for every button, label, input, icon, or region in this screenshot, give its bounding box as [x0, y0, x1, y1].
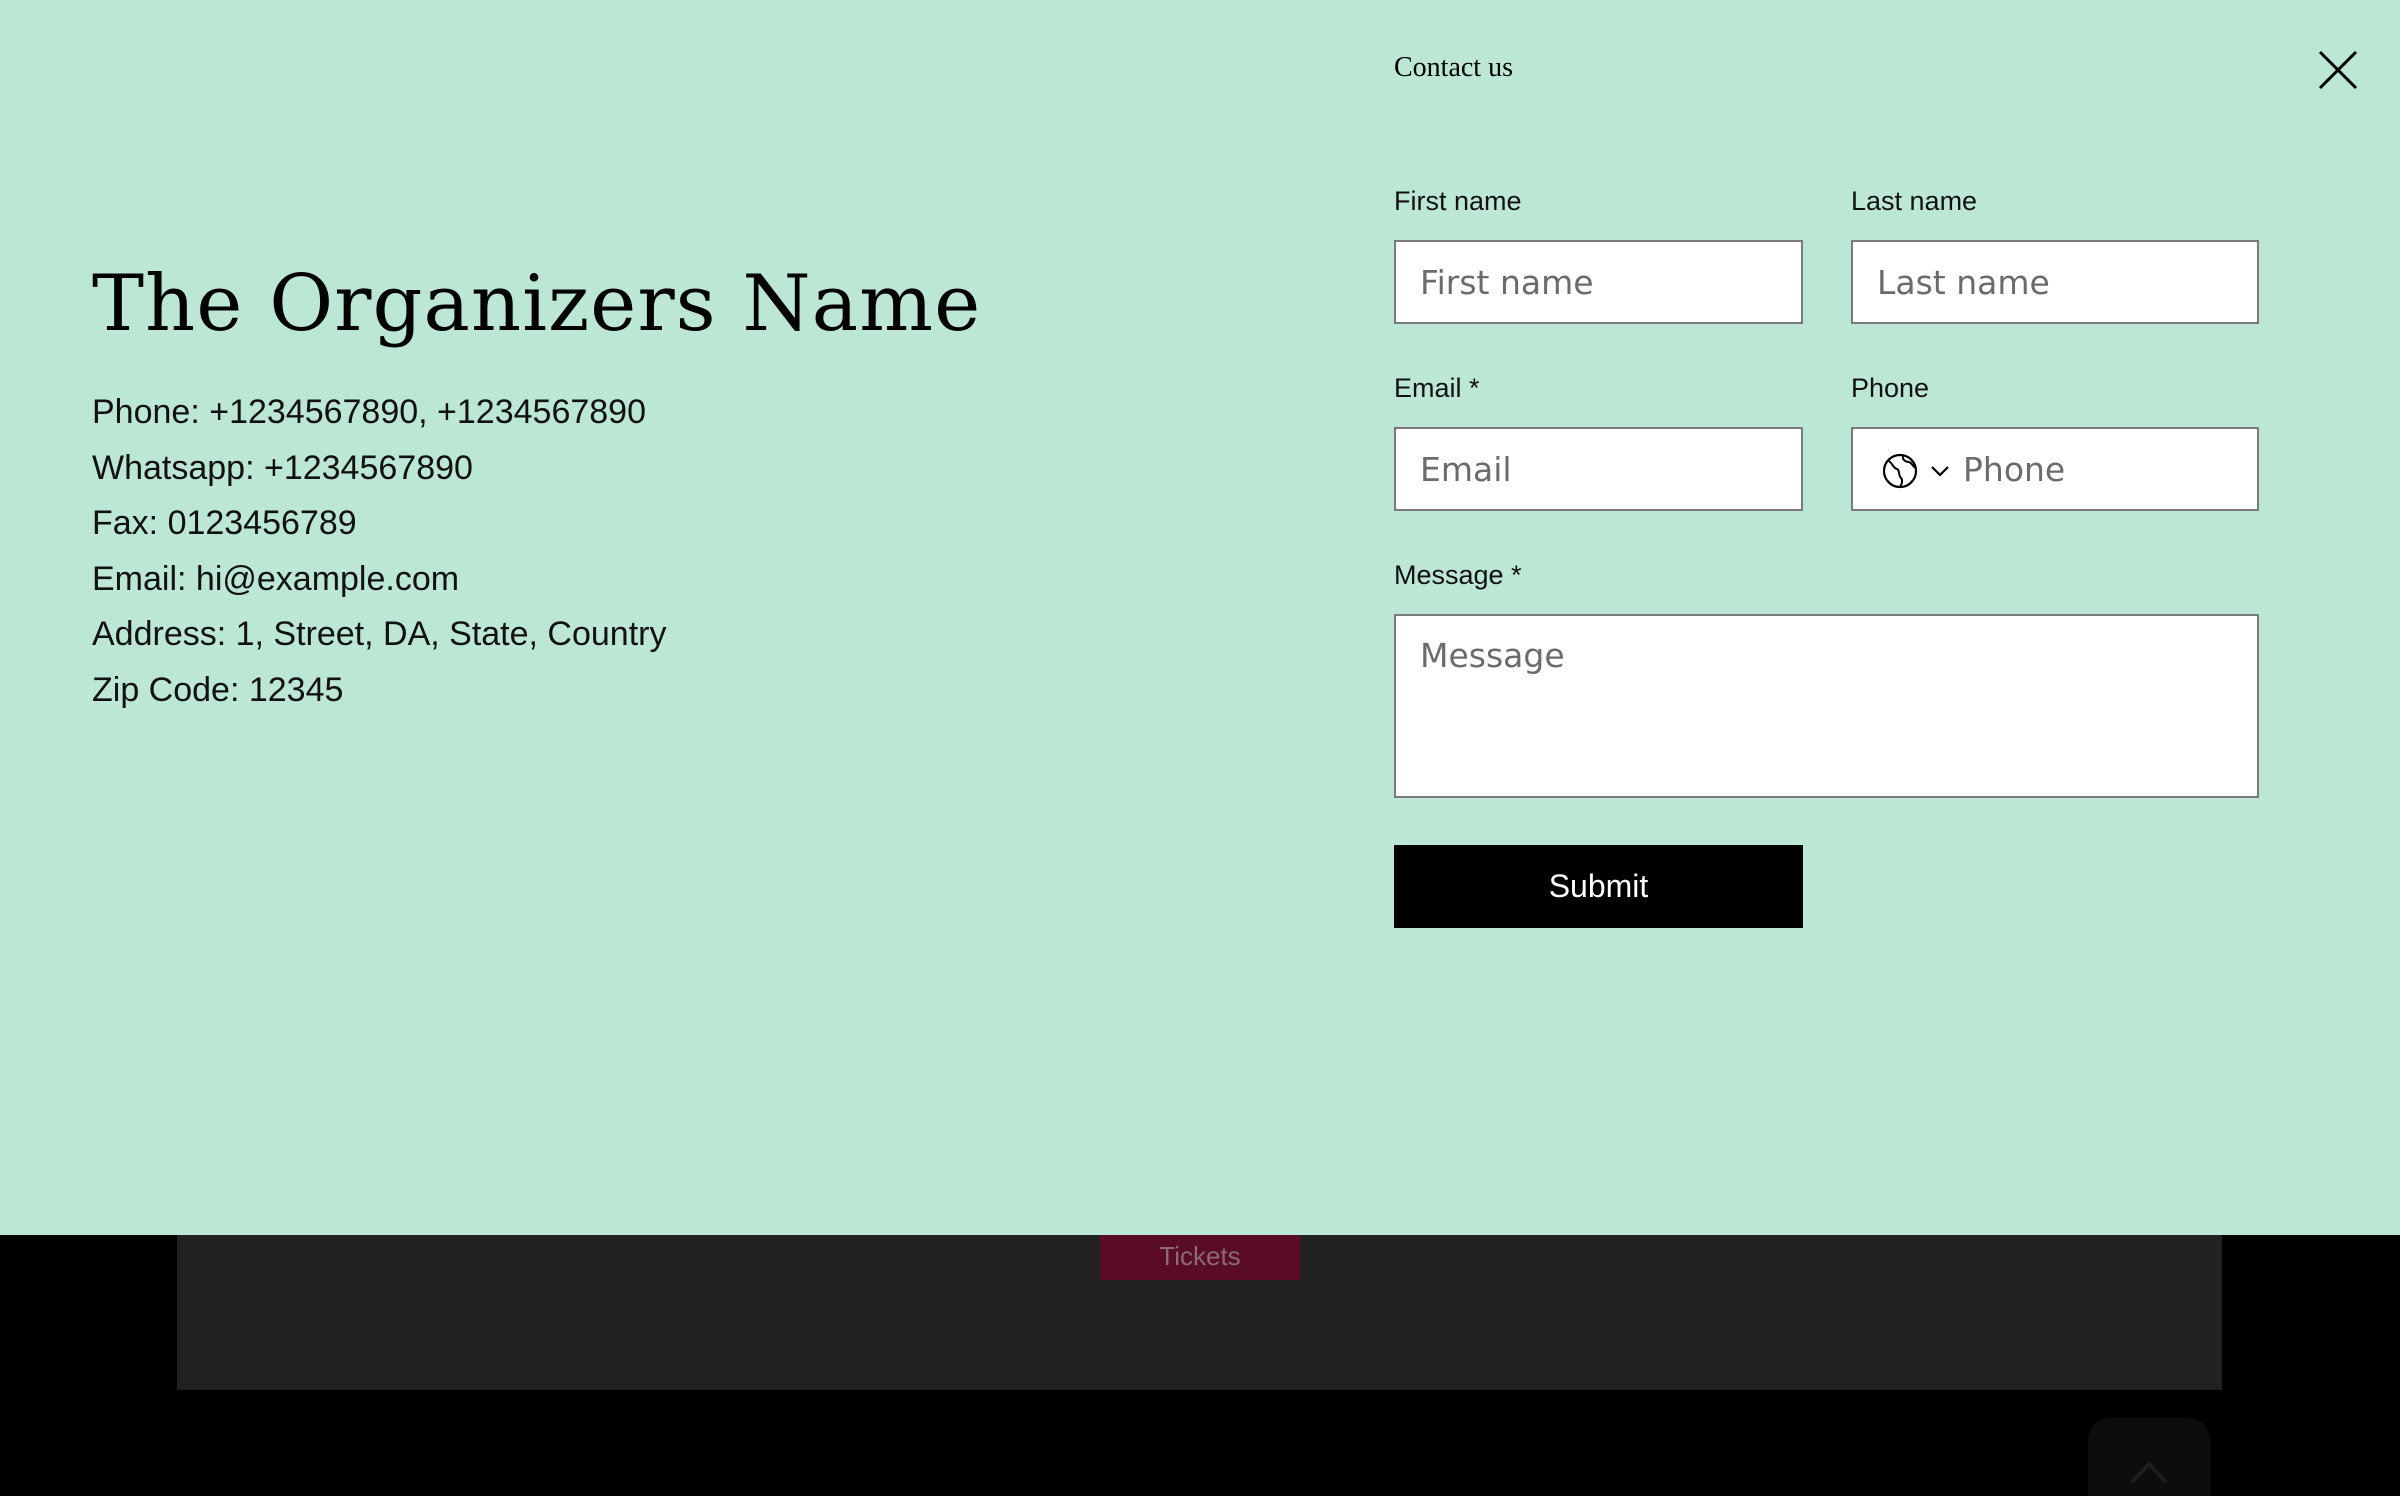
contact-address: Address: 1, Street, DA, State, Country [92, 615, 667, 653]
submit-button[interactable]: Submit [1394, 845, 1803, 928]
message-label: Message * [1394, 560, 1522, 590]
contact-whatsapp: Whatsapp: +1234567890 [92, 448, 473, 487]
email-label: Email * [1394, 373, 1480, 403]
arrow-up-icon [2130, 1461, 2168, 1484]
contact-email: Email: hi@example.com [92, 559, 460, 598]
last-name-input[interactable] [1851, 240, 2259, 324]
globe-icon [1882, 453, 1918, 489]
organizer-name: The Organizers Name [92, 259, 982, 349]
contact-zip-code: Zip Code: 12345 [92, 670, 344, 709]
organizer-contact-details: Phone: +1234567890, +1234567890 Whatsapp… [92, 385, 666, 718]
message-textarea[interactable] [1394, 614, 2259, 798]
contact-fax: Fax: 0123456789 [92, 504, 357, 542]
first-name-input[interactable] [1394, 240, 1803, 324]
contact-phone: Phone: +1234567890, +1234567890 [92, 393, 646, 431]
chevron-down-icon [1931, 466, 1949, 477]
first-name-label: First name [1394, 186, 1522, 216]
email-input[interactable] [1394, 427, 1803, 511]
phone-field [1851, 427, 2259, 511]
contact-overlay: The Organizers Name Phone: +1234567890, … [0, 0, 2400, 1235]
page: Tickets The Organizers Name Phone: +1234… [0, 0, 2400, 1496]
phone-input[interactable] [1963, 429, 2253, 509]
form-heading: Contact us [1394, 52, 1513, 83]
close-button[interactable] [2316, 48, 2360, 92]
last-name-label: Last name [1851, 186, 1978, 216]
tickets-button-label: Tickets [1159, 1240, 1241, 1271]
country-code-selector[interactable] [1881, 451, 1953, 491]
scroll-to-top-button[interactable] [2088, 1418, 2210, 1496]
phone-label: Phone [1851, 373, 1930, 403]
close-icon [2318, 50, 2358, 90]
